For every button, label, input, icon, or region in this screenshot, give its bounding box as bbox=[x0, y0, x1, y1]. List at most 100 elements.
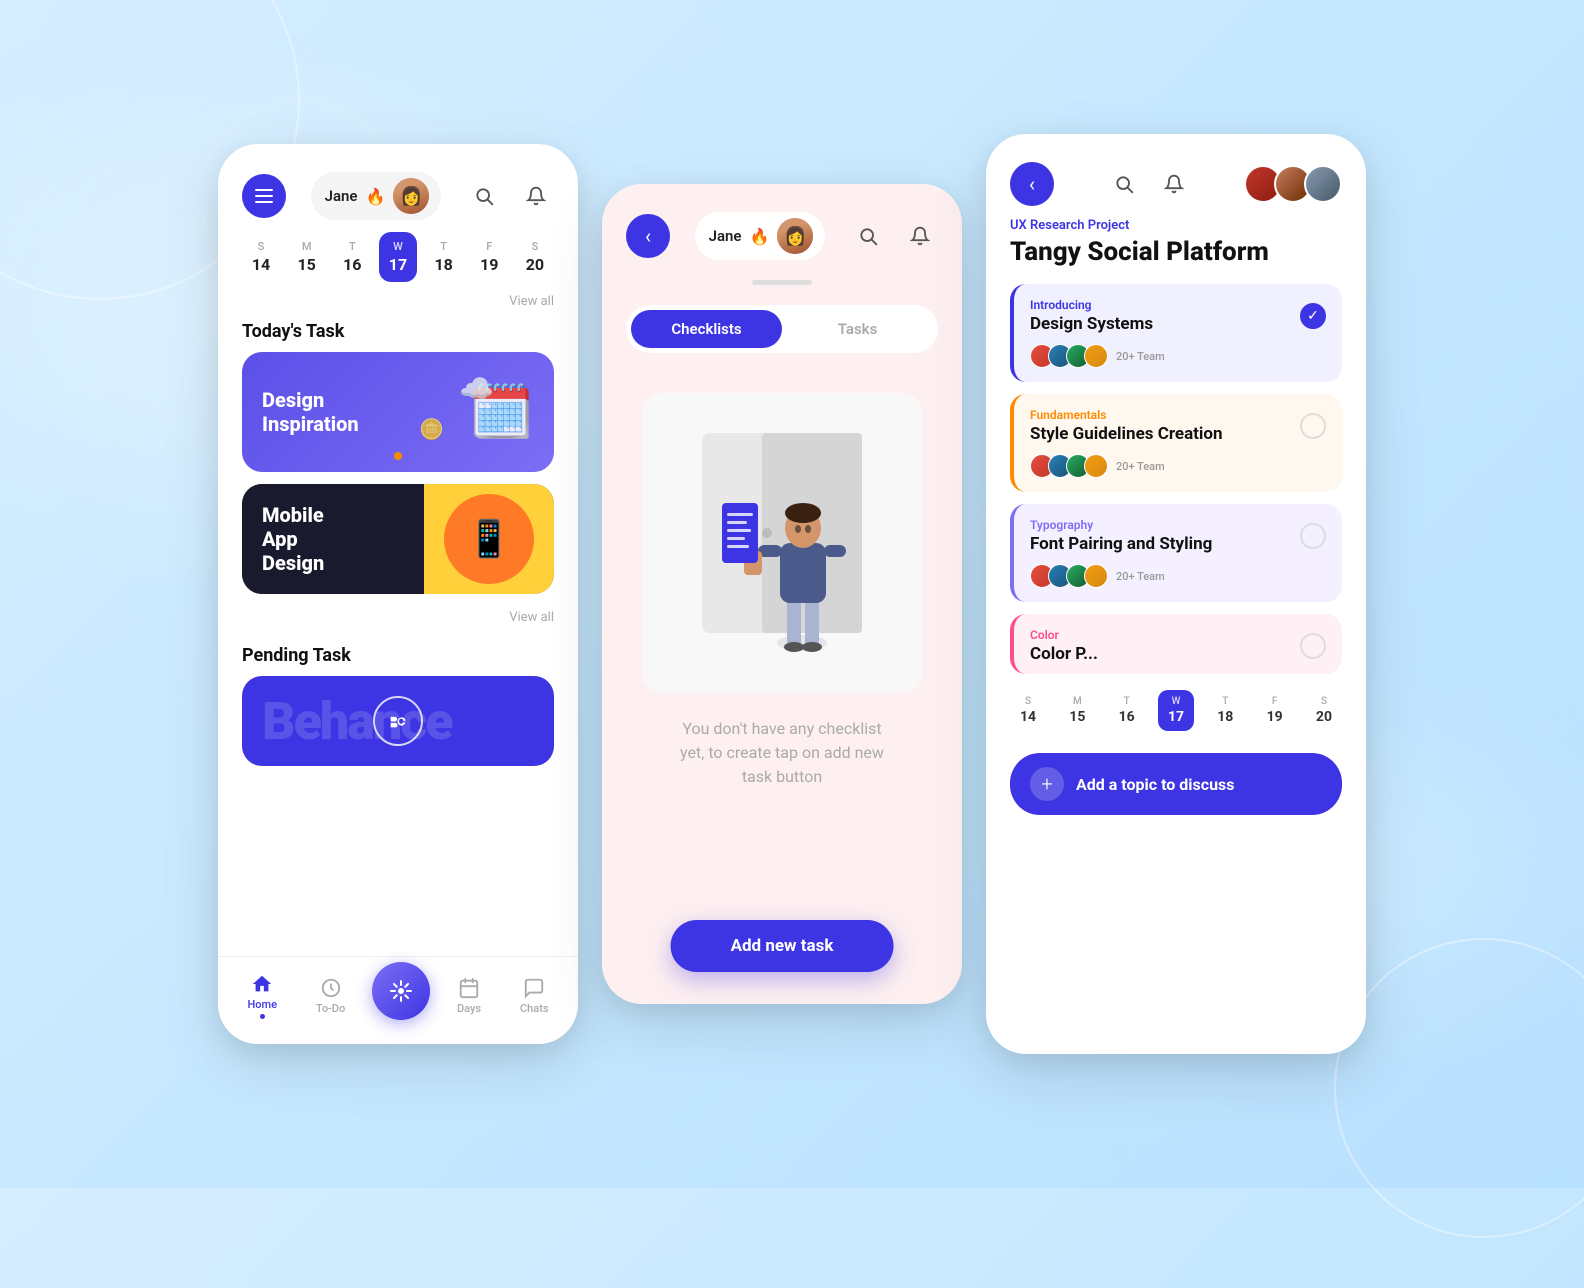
nav-home-dot bbox=[260, 1014, 265, 1019]
nav-days-label: Days bbox=[457, 1002, 481, 1015]
mid-user-chip: Jane 🔥 👩 bbox=[695, 212, 826, 260]
task-title-mobile: MobileAppDesign bbox=[262, 503, 324, 575]
nav-home-label: Home bbox=[247, 998, 277, 1011]
bottom-nav: Home To-Do Da bbox=[218, 956, 578, 1044]
task-4-name: Color P... bbox=[1030, 644, 1098, 664]
task-title-design: DesignInspiration bbox=[262, 388, 359, 436]
task-card-design[interactable]: DesignInspiration 🗓️ ☁️ 🪙 bbox=[242, 352, 554, 472]
task-2-team: 20+ Team bbox=[1030, 454, 1326, 478]
behance-bg-text: Behance bbox=[262, 691, 452, 752]
task-2-content: Fundamentals Style Guidelines Creation bbox=[1030, 408, 1223, 444]
task-1-check[interactable]: ✓ bbox=[1300, 303, 1326, 329]
task-card-yellow-section: 📱 bbox=[424, 484, 554, 594]
small-av-4 bbox=[1084, 344, 1108, 368]
empty-state: You don't have any checklist yet, to cre… bbox=[602, 373, 962, 809]
small-av-3-4 bbox=[1084, 564, 1108, 588]
calendar-row: S 14 M 15 T 16 W 17 T 18 bbox=[242, 232, 554, 282]
back-button[interactable]: ‹ bbox=[626, 214, 670, 258]
right-search-icon[interactable] bbox=[1106, 166, 1142, 202]
cal-day-19[interactable]: F 19 bbox=[470, 232, 508, 282]
cal-day-15[interactable]: M 15 bbox=[288, 232, 326, 282]
task-card-purple-bg: DesignInspiration 🗓️ ☁️ 🪙 bbox=[242, 352, 554, 472]
task-2-check[interactable] bbox=[1300, 413, 1326, 439]
task-card-mobile[interactable]: MobileAppDesign 📱 bbox=[242, 484, 554, 594]
nav-home[interactable]: Home bbox=[235, 965, 289, 1027]
right-cal-16[interactable]: T 16 bbox=[1109, 690, 1145, 731]
cal-day-18[interactable]: T 18 bbox=[425, 232, 463, 282]
right-cal-18[interactable]: T 18 bbox=[1207, 690, 1243, 731]
task-4-content: Color Color P... bbox=[1030, 628, 1098, 664]
right-calendar: S 14 M 15 T 16 W 17 T 18 bbox=[986, 674, 1366, 743]
notification-icon[interactable] bbox=[518, 178, 554, 214]
task-4-check[interactable] bbox=[1300, 633, 1326, 659]
task-2-subtitle: Fundamentals bbox=[1030, 408, 1223, 422]
mid-search-icon[interactable] bbox=[850, 218, 886, 254]
avatar-3 bbox=[1304, 165, 1342, 203]
middle-header: ‹ Jane 🔥 👩 bbox=[602, 184, 962, 280]
task-1-team: 20+ Team bbox=[1030, 344, 1326, 368]
search-icon[interactable] bbox=[466, 178, 502, 214]
task-2-avatars bbox=[1030, 454, 1108, 478]
task-1-avatars bbox=[1030, 344, 1108, 368]
task-item-style-guidelines[interactable]: Fundamentals Style Guidelines Creation 2… bbox=[1010, 394, 1342, 492]
task-item-design-systems[interactable]: Introducing Design Systems ✓ 20+ Team bbox=[1010, 284, 1342, 382]
plus-circle-icon: + bbox=[1030, 767, 1064, 801]
task-1-content: Introducing Design Systems bbox=[1030, 298, 1153, 334]
left-header: Jane 🔥 👩 bbox=[218, 144, 578, 232]
add-topic-button[interactable]: + Add a topic to discuss bbox=[1010, 753, 1342, 815]
right-cal-17-active[interactable]: W 17 bbox=[1158, 690, 1194, 731]
task-3-team: 20+ Team bbox=[1030, 564, 1326, 588]
header-icons bbox=[466, 178, 554, 214]
nav-todo[interactable]: To-Do bbox=[304, 969, 357, 1023]
nav-chats[interactable]: Chats bbox=[508, 969, 561, 1023]
right-cal-14[interactable]: S 14 bbox=[1010, 690, 1046, 731]
nav-center-button[interactable] bbox=[372, 962, 430, 1020]
right-notification-icon[interactable] bbox=[1156, 166, 1192, 202]
cal-day-16[interactable]: T 16 bbox=[333, 232, 371, 282]
pending-card[interactable]: Behance bbox=[242, 676, 554, 766]
team-avatars bbox=[1244, 165, 1342, 203]
right-cal-19[interactable]: F 19 bbox=[1257, 690, 1293, 731]
right-cal-row: S 14 M 15 T 16 W 17 T 18 bbox=[1010, 690, 1342, 731]
task-1-team-count: 20+ Team bbox=[1116, 350, 1165, 363]
tab-tasks[interactable]: Tasks bbox=[782, 310, 933, 348]
cal-day-14[interactable]: S 14 bbox=[242, 232, 280, 282]
right-cal-15[interactable]: M 15 bbox=[1059, 690, 1095, 731]
right-back-button[interactable]: ‹ bbox=[1010, 162, 1054, 206]
right-cal-20[interactable]: S 20 bbox=[1306, 690, 1342, 731]
task-4-header: Color Color P... bbox=[1030, 628, 1326, 664]
right-header-icons bbox=[1106, 166, 1192, 202]
task-3-name: Font Pairing and Styling bbox=[1030, 534, 1212, 554]
task-3-avatars bbox=[1030, 564, 1108, 588]
add-topic-label: Add a topic to discuss bbox=[1076, 775, 1234, 794]
menu-button[interactable] bbox=[242, 174, 286, 218]
today-task-title: Today's Task bbox=[218, 309, 578, 352]
task-item-color[interactable]: Color Color P... bbox=[1010, 614, 1342, 674]
add-task-button[interactable]: Add new task bbox=[671, 920, 894, 972]
user-name: Jane bbox=[325, 187, 358, 205]
mid-user-name: Jane bbox=[709, 227, 742, 245]
cal-day-17-active[interactable]: W 17 bbox=[379, 232, 417, 282]
left-phone: Jane 🔥 👩 bbox=[218, 144, 578, 1044]
tab-checklists[interactable]: Checklists bbox=[631, 310, 782, 348]
mid-user-emoji: 🔥 bbox=[749, 227, 769, 246]
phones-container: Jane 🔥 👩 bbox=[218, 134, 1366, 1054]
tasks-view-all[interactable]: View all bbox=[218, 606, 578, 625]
calendar-view-all[interactable]: View all bbox=[218, 290, 578, 309]
task-3-check[interactable] bbox=[1300, 523, 1326, 549]
task-2-name: Style Guidelines Creation bbox=[1030, 424, 1223, 444]
task-card-dark-bg: MobileAppDesign 📱 bbox=[242, 484, 554, 594]
right-phone: ‹ UX bbox=[986, 134, 1366, 1054]
middle-phone: ‹ Jane 🔥 👩 bbox=[602, 184, 962, 1004]
task-3-header: Typography Font Pairing and Styling bbox=[1030, 518, 1326, 554]
task-1-subtitle: Introducing bbox=[1030, 298, 1153, 312]
cal-day-20[interactable]: S 20 bbox=[516, 232, 554, 282]
pending-task-title: Pending Task bbox=[218, 633, 578, 676]
project-meta: UX Research Project Tangy Social Platfor… bbox=[986, 218, 1366, 284]
task-item-typography[interactable]: Typography Font Pairing and Styling 20+ … bbox=[1010, 504, 1342, 602]
mid-notification-icon[interactable] bbox=[902, 218, 938, 254]
task-4-subtitle: Color bbox=[1030, 628, 1098, 642]
avatar: 👩 bbox=[393, 178, 429, 214]
nav-days[interactable]: Days bbox=[445, 969, 493, 1023]
illustration-svg bbox=[672, 413, 892, 673]
